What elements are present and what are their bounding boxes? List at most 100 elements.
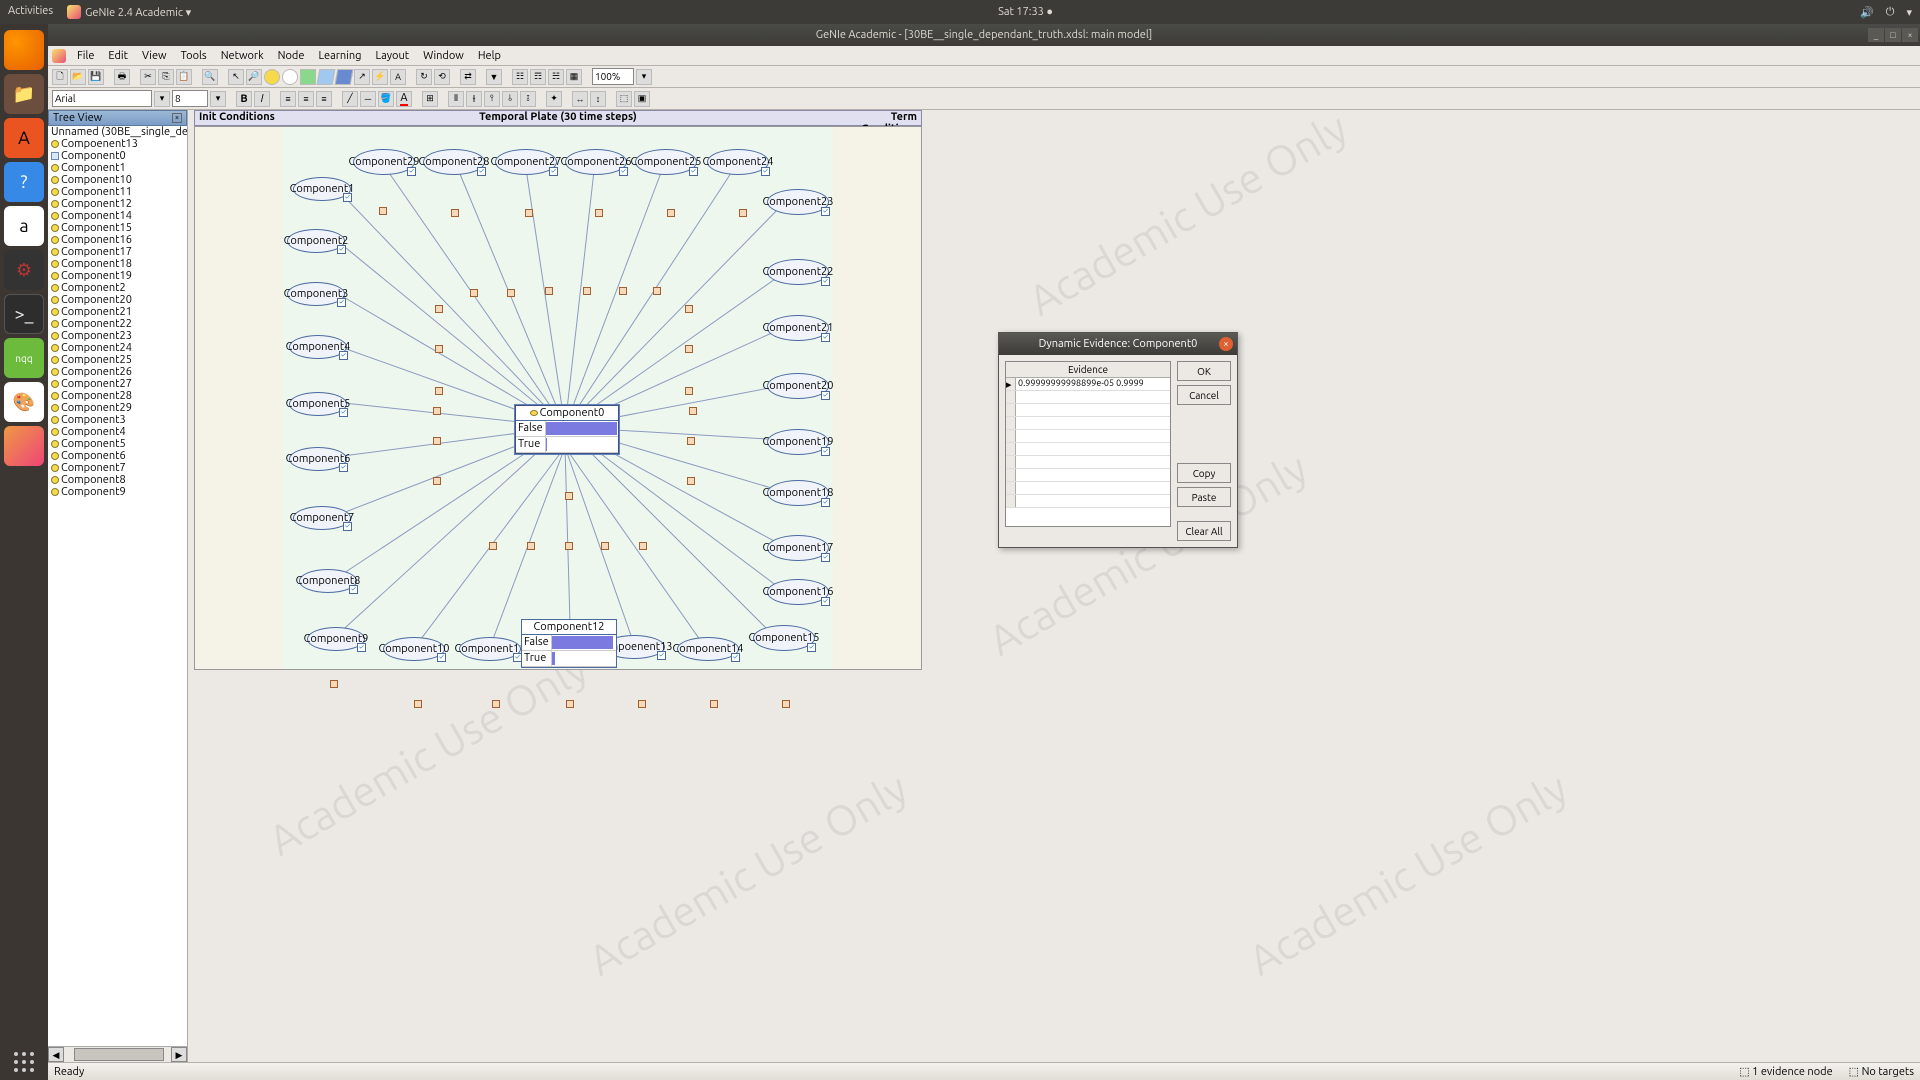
text-icon[interactable]: A: [390, 69, 406, 85]
tree-item[interactable]: Component16: [48, 234, 187, 246]
node-component29[interactable]: Component29✓: [353, 149, 415, 175]
font-select[interactable]: [52, 90, 152, 107]
amazon-icon[interactable]: a: [4, 206, 44, 246]
genie-launcher-icon[interactable]: [4, 426, 44, 466]
dist-v-icon[interactable]: ↕: [590, 91, 606, 107]
menu-tools[interactable]: Tools: [174, 50, 214, 62]
a1-icon[interactable]: ⫴: [448, 91, 464, 107]
files-icon[interactable]: 📁: [4, 74, 44, 114]
tree-item[interactable]: Component27: [48, 378, 187, 390]
find-icon[interactable]: 🔍: [202, 69, 218, 85]
funnel-icon[interactable]: ▼: [486, 69, 502, 85]
tree-item[interactable]: Component17: [48, 246, 187, 258]
print-icon[interactable]: 🖶: [114, 69, 130, 85]
canvas[interactable]: Academic Use Only Academic Use Only Acad…: [188, 110, 1920, 1062]
node-component7[interactable]: Component7✓: [293, 506, 351, 530]
tree-hscroll[interactable]: ◀▶: [48, 1046, 187, 1062]
tree-item[interactable]: Component11: [48, 186, 187, 198]
bold-icon[interactable]: B: [236, 91, 252, 107]
row-header[interactable]: ▸: [1006, 378, 1016, 390]
tree-item[interactable]: Component23: [48, 330, 187, 342]
tree-item[interactable]: Component21: [48, 306, 187, 318]
node-component26[interactable]: Component26✓: [565, 149, 627, 175]
italic-icon[interactable]: I: [254, 91, 270, 107]
size-dropdown-icon[interactable]: ▾: [210, 91, 226, 107]
send-back-icon[interactable]: ⬚: [616, 91, 632, 107]
node-component9[interactable]: Component9✓: [307, 627, 365, 651]
menu-node[interactable]: Node: [271, 50, 312, 62]
cut-icon[interactable]: ✂: [140, 69, 156, 85]
menu-window[interactable]: Window: [416, 50, 471, 62]
menu-help[interactable]: Help: [471, 50, 508, 62]
tree-item[interactable]: Component15: [48, 222, 187, 234]
tree-item[interactable]: Component28: [48, 390, 187, 402]
node-component18[interactable]: Component18✓: [767, 480, 829, 506]
node-component17[interactable]: Component17✓: [767, 535, 829, 561]
firefox-icon[interactable]: [4, 30, 44, 70]
node-component14[interactable]: Component14✓: [677, 637, 739, 661]
node-component0[interactable]: Component0 False True: [515, 405, 619, 454]
tree-item[interactable]: Component3: [48, 414, 187, 426]
tree-item[interactable]: Component7: [48, 462, 187, 474]
tree-list[interactable]: Unnamed (30BE__single_dependan Compoenen…: [48, 126, 187, 1046]
tree-root[interactable]: Unnamed (30BE__single_dependan: [48, 126, 187, 138]
tree-item[interactable]: Component4: [48, 426, 187, 438]
power-icon[interactable]: ⏻: [1886, 6, 1895, 19]
close-button[interactable]: ×: [1902, 28, 1918, 42]
menu-view[interactable]: View: [135, 50, 174, 62]
node-component12[interactable]: Component12 False True: [521, 619, 617, 668]
fill-icon[interactable]: 🪣: [378, 91, 394, 107]
center-icon[interactable]: ✦: [546, 91, 562, 107]
nqq-icon[interactable]: nqq: [4, 338, 44, 378]
tool-b-icon[interactable]: ☶: [530, 69, 546, 85]
bring-front-icon[interactable]: ▣: [634, 91, 650, 107]
tree-item[interactable]: Component24: [48, 342, 187, 354]
apps-grid-icon[interactable]: [14, 1052, 34, 1072]
paste-button[interactable]: Paste: [1177, 487, 1231, 507]
zoom-tool-icon[interactable]: 🔎: [246, 69, 262, 85]
node-component21[interactable]: Component21✓: [767, 315, 829, 341]
tool-c-icon[interactable]: ☵: [548, 69, 564, 85]
transmission-icon[interactable]: ⚙: [4, 250, 44, 290]
tree-item[interactable]: Component10: [48, 174, 187, 186]
node-component27[interactable]: Component27✓: [495, 149, 557, 175]
tool-d-icon[interactable]: ▦: [566, 69, 582, 85]
arc-icon[interactable]: ↗: [354, 69, 370, 85]
tree-item[interactable]: Component14: [48, 210, 187, 222]
utility-node-icon[interactable]: [317, 69, 336, 85]
align-center-icon[interactable]: ≡: [298, 91, 314, 107]
line-icon[interactable]: ╱: [342, 91, 358, 107]
lightning-icon[interactable]: ⚡: [372, 69, 388, 85]
tree-item[interactable]: Component19: [48, 270, 187, 282]
a2-icon[interactable]: ⫲: [466, 91, 482, 107]
decision-node-icon[interactable]: [300, 69, 316, 85]
align-tool-icon[interactable]: ⊞: [422, 91, 438, 107]
update-icon[interactable]: ↻: [416, 69, 432, 85]
menu-file[interactable]: File: [70, 50, 101, 62]
node-component19[interactable]: Component19✓: [767, 429, 829, 455]
maximize-button[interactable]: □: [1885, 28, 1901, 42]
size-select[interactable]: [172, 90, 208, 107]
dialog-close-icon[interactable]: ×: [1219, 337, 1233, 351]
node-component22[interactable]: Component22✓: [767, 259, 829, 285]
zoom-input[interactable]: [592, 68, 634, 85]
mau-node-icon[interactable]: [335, 69, 354, 85]
a3-icon[interactable]: ⫯: [484, 91, 500, 107]
tree-item[interactable]: Component22: [48, 318, 187, 330]
node-component8[interactable]: Component8✓: [299, 569, 357, 593]
clock[interactable]: Sat 17:33 ●: [191, 6, 1860, 18]
node-component16[interactable]: Component16✓: [767, 579, 829, 605]
tree-item[interactable]: Component18: [48, 258, 187, 270]
node-component5[interactable]: Component5✓: [289, 392, 347, 416]
evidence-grid[interactable]: Evidence ▸0.99999999998899e-05 0.9999: [1005, 361, 1171, 527]
tree-item[interactable]: Component5: [48, 438, 187, 450]
menu-learning[interactable]: Learning: [311, 50, 368, 62]
node-component10[interactable]: Component10✓: [383, 637, 445, 661]
tree-item[interactable]: Component25: [48, 354, 187, 366]
dialog-title[interactable]: Dynamic Evidence: Component0 ×: [999, 333, 1237, 355]
font-color-icon[interactable]: A: [396, 91, 412, 107]
tree-item[interactable]: Component6: [48, 450, 187, 462]
ok-button[interactable]: OK: [1177, 361, 1231, 381]
terminal-icon[interactable]: >_: [4, 294, 44, 334]
activities-button[interactable]: Activities: [8, 5, 53, 19]
